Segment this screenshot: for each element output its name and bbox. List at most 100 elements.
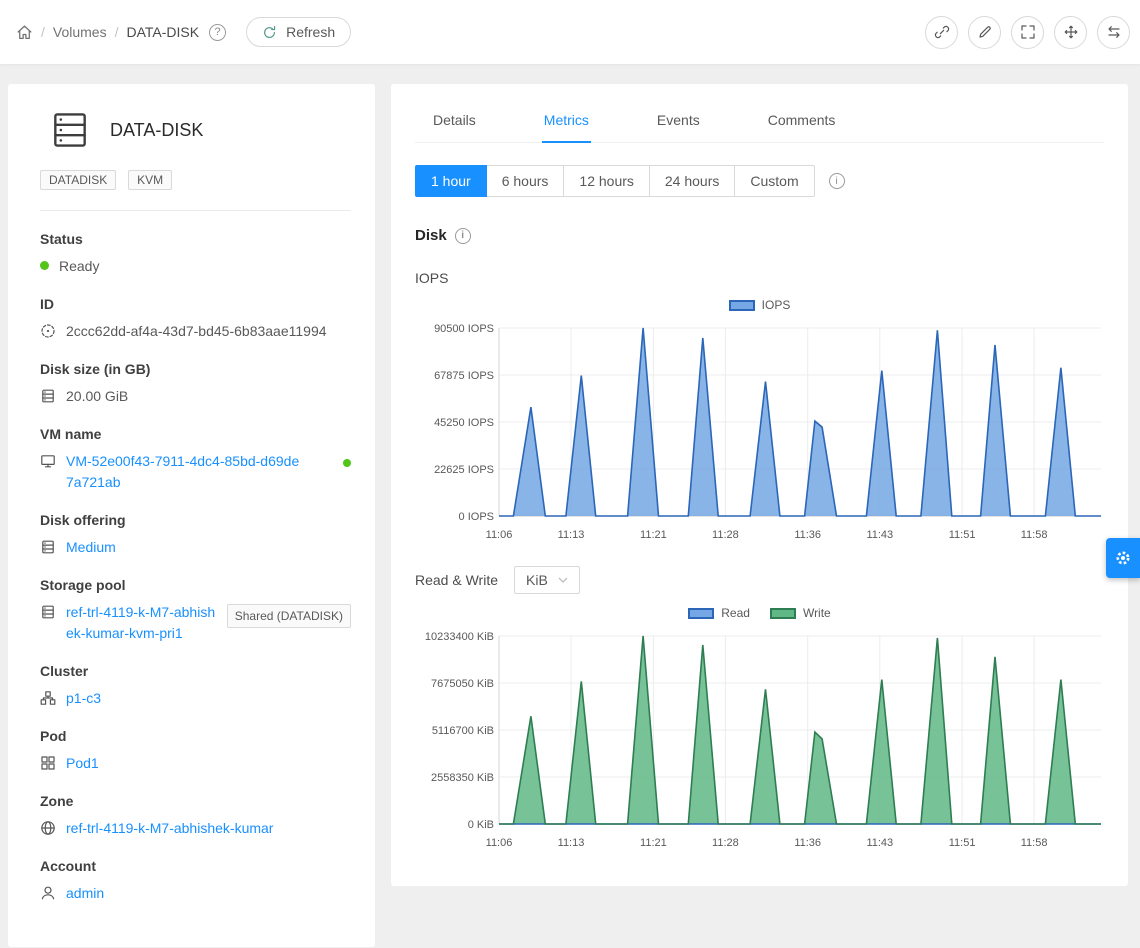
tab-bar: Details Metrics Events Comments [415,100,1104,143]
header-actions [925,16,1130,49]
svg-text:22625 IOPS: 22625 IOPS [434,464,494,476]
iops-chart: 90500 IOPS 67875 IOPS 45250 IOPS 22625 IOPS… [415,316,1104,550]
readwrite-chart: 10233400 KiB 7675050 KiB 5116700 KiB 255835… [415,624,1104,858]
svg-text:67875 IOPS: 67875 IOPS [434,370,494,382]
time-range-24hours[interactable]: 24 hours [649,165,735,197]
svg-text:2558350 KiB: 2558350 KiB [431,772,494,784]
storage-pool-tag: Shared (DATADISK) [227,604,351,628]
tab-metrics[interactable]: Metrics [542,100,591,143]
resource-detail-card: DATA-DISK DATADISK KVM Status Ready ID 2… [8,84,375,947]
legend-item: Read [688,606,750,620]
unit-select[interactable]: KiB [514,566,580,594]
edit-icon [977,24,993,40]
readwrite-title: Read & Write [415,572,498,588]
tab-details[interactable]: Details [431,100,478,142]
top-bar: / Volumes / DATA-DISK ? Refresh [0,0,1140,64]
disk-section-title: Disk i [415,227,1104,244]
breadcrumb-separator: / [41,24,45,40]
attach-detach-button[interactable] [1097,16,1130,49]
readwrite-header: Read & Write KiB [415,566,1104,594]
reload-icon [262,25,277,40]
svg-text:11:13: 11:13 [558,837,585,849]
help-icon[interactable]: ? [209,24,226,41]
svg-text:5116700 KiB: 5116700 KiB [432,725,494,737]
legend-item: IOPS [729,298,791,312]
tag-datadisk: DATADISK [40,170,116,190]
home-icon [16,24,33,41]
svg-text:0 KiB: 0 KiB [468,819,494,831]
svg-text:11:36: 11:36 [794,837,821,849]
time-range-1hour[interactable]: 1 hour [415,165,487,197]
svg-text:11:36: 11:36 [794,529,821,541]
svg-text:11:06: 11:06 [486,837,513,849]
storage-pool-link[interactable]: ref-trl-4119-k-M7-abhishek-kumar-kvm-pri… [66,602,217,644]
svg-text:11:58: 11:58 [1021,837,1048,849]
svg-text:11:21: 11:21 [640,837,667,849]
resize-button[interactable] [1011,16,1044,49]
svg-text:11:51: 11:51 [949,837,976,849]
field-account: Account admin [40,858,351,904]
pod-link[interactable]: Pod1 [66,753,99,774]
svg-text:11:13: 11:13 [558,529,585,541]
field-id: ID 2ccc62dd-af4a-43d7-bd45-6b83aae11994 [40,296,351,342]
home-link[interactable] [16,24,33,41]
field-cluster: Cluster p1-c3 [40,663,351,709]
readwrite-legend: Read Write [415,604,1104,622]
pod-icon [40,755,56,771]
database-icon [40,604,56,620]
vm-link[interactable]: VM-52e00f43-7911-4dc4-85bd-d69de7a721ab [66,451,304,493]
resource-header: DATA-DISK [48,108,351,152]
tab-events[interactable]: Events [655,100,702,142]
database-icon [40,388,56,404]
cluster-icon [40,690,56,706]
iops-chart-title: IOPS [415,270,1104,286]
settings-button[interactable] [1106,538,1140,578]
svg-text:10233400 KiB: 10233400 KiB [425,631,494,643]
time-range-info-icon[interactable]: i [829,173,845,189]
main-content: DATA-DISK DATADISK KVM Status Ready ID 2… [0,64,1140,947]
svg-text:90500 IOPS: 90500 IOPS [434,323,494,335]
cluster-link[interactable]: p1-c3 [66,688,101,709]
desktop-icon [40,453,56,469]
svg-text:11:43: 11:43 [866,529,893,541]
user-icon [40,885,56,901]
disk-info-icon[interactable]: i [455,228,471,244]
svg-text:11:51: 11:51 [949,529,976,541]
refresh-button[interactable]: Refresh [246,17,351,47]
disk-offering-link[interactable]: Medium [66,537,116,558]
field-status: Status Ready [40,231,351,277]
svg-text:7675050 KiB: 7675050 KiB [431,678,494,690]
field-storage-pool: Storage pool ref-trl-4119-k-M7-abhishek-… [40,577,351,644]
chevron-down-icon [558,577,568,583]
account-link[interactable]: admin [66,883,104,904]
svg-text:11:21: 11:21 [640,529,667,541]
time-range-custom[interactable]: Custom [734,165,814,197]
edit-button[interactable] [968,16,1001,49]
link-icon [934,24,950,40]
expand-icon [1020,24,1036,40]
migrate-button[interactable] [1054,16,1087,49]
resource-tags: DATADISK KVM [40,170,351,190]
legend-item: Write [770,606,831,620]
svg-text:11:06: 11:06 [486,529,513,541]
time-range-6hours[interactable]: 6 hours [486,165,565,197]
globe-icon [40,820,56,836]
tab-comments[interactable]: Comments [766,100,838,142]
id-icon [40,323,56,339]
iops-legend: IOPS [415,296,1104,314]
gear-icon [1114,549,1132,567]
status-value: Ready [59,256,99,277]
svg-text:45250 IOPS: 45250 IOPS [434,417,494,429]
tag-kvm: KVM [128,170,172,190]
breadcrumb-volumes-link[interactable]: Volumes [53,24,107,40]
copy-link-button[interactable] [925,16,958,49]
divider [40,210,351,211]
field-pod: Pod Pod1 [40,728,351,774]
breadcrumb: / Volumes / DATA-DISK ? Refresh [16,17,351,47]
time-range-12hours[interactable]: 12 hours [563,165,649,197]
id-value: 2ccc62dd-af4a-43d7-bd45-6b83aae11994 [66,321,327,342]
field-zone: Zone ref-trl-4119-k-M7-abhishek-kumar [40,793,351,839]
metrics-card: Details Metrics Events Comments 1 hour 6… [391,84,1128,886]
zone-link[interactable]: ref-trl-4119-k-M7-abhishek-kumar [66,818,273,839]
field-disk-size: Disk size (in GB) 20.00 GiB [40,361,351,407]
